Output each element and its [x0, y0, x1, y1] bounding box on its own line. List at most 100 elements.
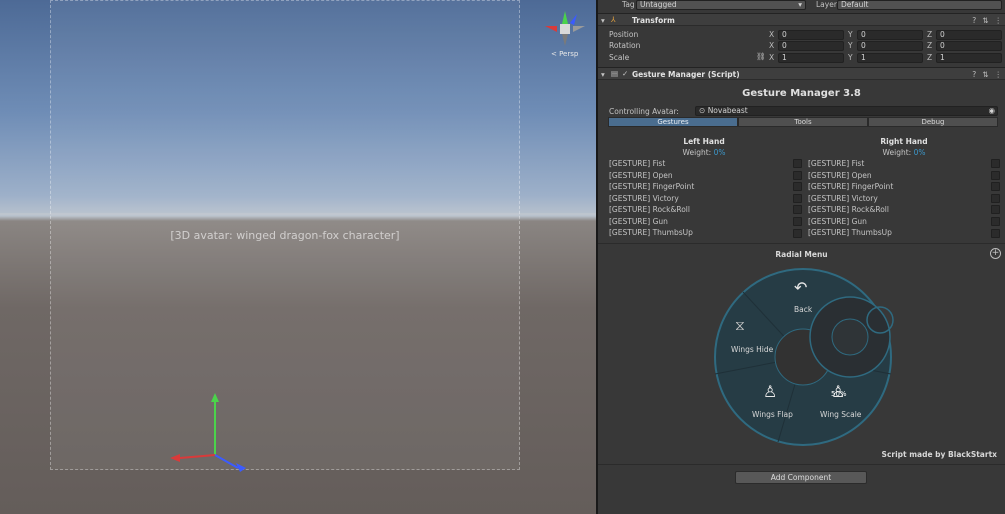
right-gesture-list: [GESTURE] Fist [GESTURE] Open [GESTURE] … [808, 158, 998, 239]
gesture-label: [GESTURE] Gun [808, 216, 867, 226]
more-icon[interactable]: ⋮ [995, 70, 1003, 79]
radial-menu-title: Radial Menu [775, 250, 828, 259]
position-x-field[interactable]: 0 [778, 30, 844, 40]
tab-debug[interactable]: Debug [868, 117, 998, 127]
scale-label: Scale [609, 53, 630, 62]
rotation-y-field[interactable]: 0 [857, 41, 923, 51]
radial-back-label[interactable]: Back [794, 305, 812, 314]
help-icon[interactable]: ? [972, 16, 976, 25]
gesture-checkbox[interactable] [793, 217, 802, 226]
layer-dropdown[interactable]: Default [837, 0, 1002, 10]
gesture-checkbox[interactable] [991, 194, 1000, 203]
axis-y-label: Y [848, 41, 853, 50]
tag-dropdown[interactable]: Untagged ▾ [636, 0, 806, 10]
back-arrow-icon[interactable]: ↶ [794, 278, 807, 297]
scale-y-field[interactable]: 1 [857, 53, 923, 63]
gesture-label: [GESTURE] Rock&Roll [808, 205, 889, 214]
gesture-checkbox[interactable] [793, 159, 802, 168]
left-gesture-list: [GESTURE] Fist [GESTURE] Open [GESTURE] … [609, 158, 799, 239]
list-item[interactable]: [GESTURE] Fist [808, 158, 998, 170]
enabled-checkmark-icon[interactable]: ✓ [622, 69, 628, 78]
tag-value: Untagged [640, 0, 677, 9]
gesture-checkbox[interactable] [793, 182, 802, 191]
gesture-checkbox[interactable] [793, 229, 802, 238]
axis-x-label: X [769, 30, 775, 39]
gesture-checkbox[interactable] [991, 171, 1000, 180]
gesture-label: [GESTURE] Open [808, 170, 872, 180]
list-item[interactable]: [GESTURE] Rock&Roll [609, 204, 799, 216]
object-picker-icon[interactable]: ◉ [988, 107, 995, 115]
gesture-label: [GESTURE] Gun [609, 216, 668, 226]
gesture-checkbox[interactable] [991, 159, 1000, 168]
rotation-z-field[interactable]: 0 [936, 41, 1002, 51]
wings-flap-icon[interactable]: ♙ [763, 382, 777, 401]
gesture-label: [GESTURE] ThumbsUp [609, 228, 693, 237]
list-item[interactable]: [GESTURE] Victory [808, 193, 998, 205]
avatar-object-icon: ⊙ [699, 106, 706, 115]
rotation-x-field[interactable]: 0 [778, 41, 844, 51]
gesture-label: [GESTURE] Victory [808, 193, 878, 203]
controlling-avatar-field[interactable]: ⊙ Novabeast ◉ [695, 106, 998, 116]
list-item[interactable]: [GESTURE] FingerPoint [808, 181, 998, 193]
axis-x-label: X [769, 53, 775, 62]
scale-x-field[interactable]: 1 [778, 53, 844, 63]
gesture-manager-heading: Gesture Manager 3.8 [742, 88, 861, 99]
gesture-checkbox[interactable] [793, 171, 802, 180]
scale-z-field[interactable]: 1 [936, 53, 1002, 63]
position-z-field[interactable]: 0 [936, 30, 1002, 40]
list-item[interactable]: [GESTURE] Gun [808, 216, 998, 228]
projection-mode-label[interactable]: < Persp [551, 50, 578, 58]
list-item[interactable]: [GESTURE] ThumbsUp [609, 227, 799, 239]
axis-z-label: Z [927, 53, 933, 62]
list-item[interactable]: [GESTURE] Rock&Roll [808, 204, 998, 216]
component-title: Gesture Manager (Script) [632, 70, 740, 79]
foldout-arrow-icon[interactable]: ▾ [601, 16, 605, 25]
scene-view[interactable]: [3D avatar: winged dragon-fox character]… [0, 0, 596, 514]
gesture-label: [GESTURE] ThumbsUp [808, 228, 892, 237]
right-weight-value: 0% [913, 148, 926, 157]
gesture-manager-header[interactable]: ▾ ▤ ✓ Gesture Manager (Script) ? ⇅ ⋮ [598, 67, 1005, 80]
list-item[interactable]: [GESTURE] Gun [609, 216, 799, 228]
list-item[interactable]: [GESTURE] Open [808, 170, 998, 182]
list-item[interactable]: [GESTURE] FingerPoint [609, 181, 799, 193]
add-component-button[interactable]: Add Component [735, 471, 867, 484]
gesture-checkbox[interactable] [991, 182, 1000, 191]
gesture-checkbox[interactable] [991, 205, 1000, 214]
left-weight-value: 0% [713, 148, 726, 157]
orientation-gizmo-icon[interactable] [535, 6, 595, 56]
script-icon: ▤ [611, 69, 619, 78]
transform-header[interactable]: ▾ ⅄ Transform ? ⇅ ⋮ [598, 13, 1005, 26]
avatar-model-placeholder[interactable]: [3D avatar: winged dragon-fox character] [50, 0, 520, 470]
gesture-checkbox[interactable] [793, 194, 802, 203]
list-item[interactable]: [GESTURE] Fist [609, 158, 799, 170]
gesture-checkbox[interactable] [793, 205, 802, 214]
radial-wing-scale-label[interactable]: Wing Scale [820, 410, 861, 419]
tab-tools[interactable]: Tools [738, 117, 868, 127]
gesture-label: [GESTURE] Fist [609, 159, 666, 168]
preset-icon[interactable]: ⇅ [982, 16, 988, 25]
more-icon[interactable]: ⋮ [995, 16, 1003, 25]
position-y-field[interactable]: 0 [857, 30, 923, 40]
radial-wings-flap-label[interactable]: Wings Flap [752, 410, 793, 419]
list-item[interactable]: [GESTURE] Victory [609, 193, 799, 205]
layer-value: Default [841, 0, 869, 9]
gesture-checkbox[interactable] [991, 217, 1000, 226]
gesture-label: [GESTURE] Victory [609, 193, 679, 203]
link-icon[interactable]: ⛓ [756, 52, 766, 61]
help-icon[interactable]: ? [972, 70, 976, 79]
rotation-label: Rotation [609, 41, 641, 50]
foldout-arrow-icon[interactable]: ▾ [601, 70, 605, 79]
layer-label: Layer [816, 0, 837, 9]
divider [598, 464, 1005, 465]
preset-icon[interactable]: ⇅ [982, 70, 988, 79]
move-gizmo-icon[interactable] [160, 390, 260, 480]
wings-hide-icon[interactable]: ⧖ [735, 318, 745, 334]
gesture-label: [GESTURE] Rock&Roll [609, 205, 690, 214]
add-circle-icon[interactable]: + [990, 248, 1001, 259]
tab-gestures[interactable]: Gestures [608, 117, 738, 127]
list-item[interactable]: [GESTURE] Open [609, 170, 799, 182]
right-hand-title: Right Hand [880, 137, 928, 146]
list-item[interactable]: [GESTURE] ThumbsUp [808, 227, 998, 239]
gesture-checkbox[interactable] [991, 229, 1000, 238]
radial-wings-hide-label[interactable]: Wings Hide [731, 345, 773, 354]
